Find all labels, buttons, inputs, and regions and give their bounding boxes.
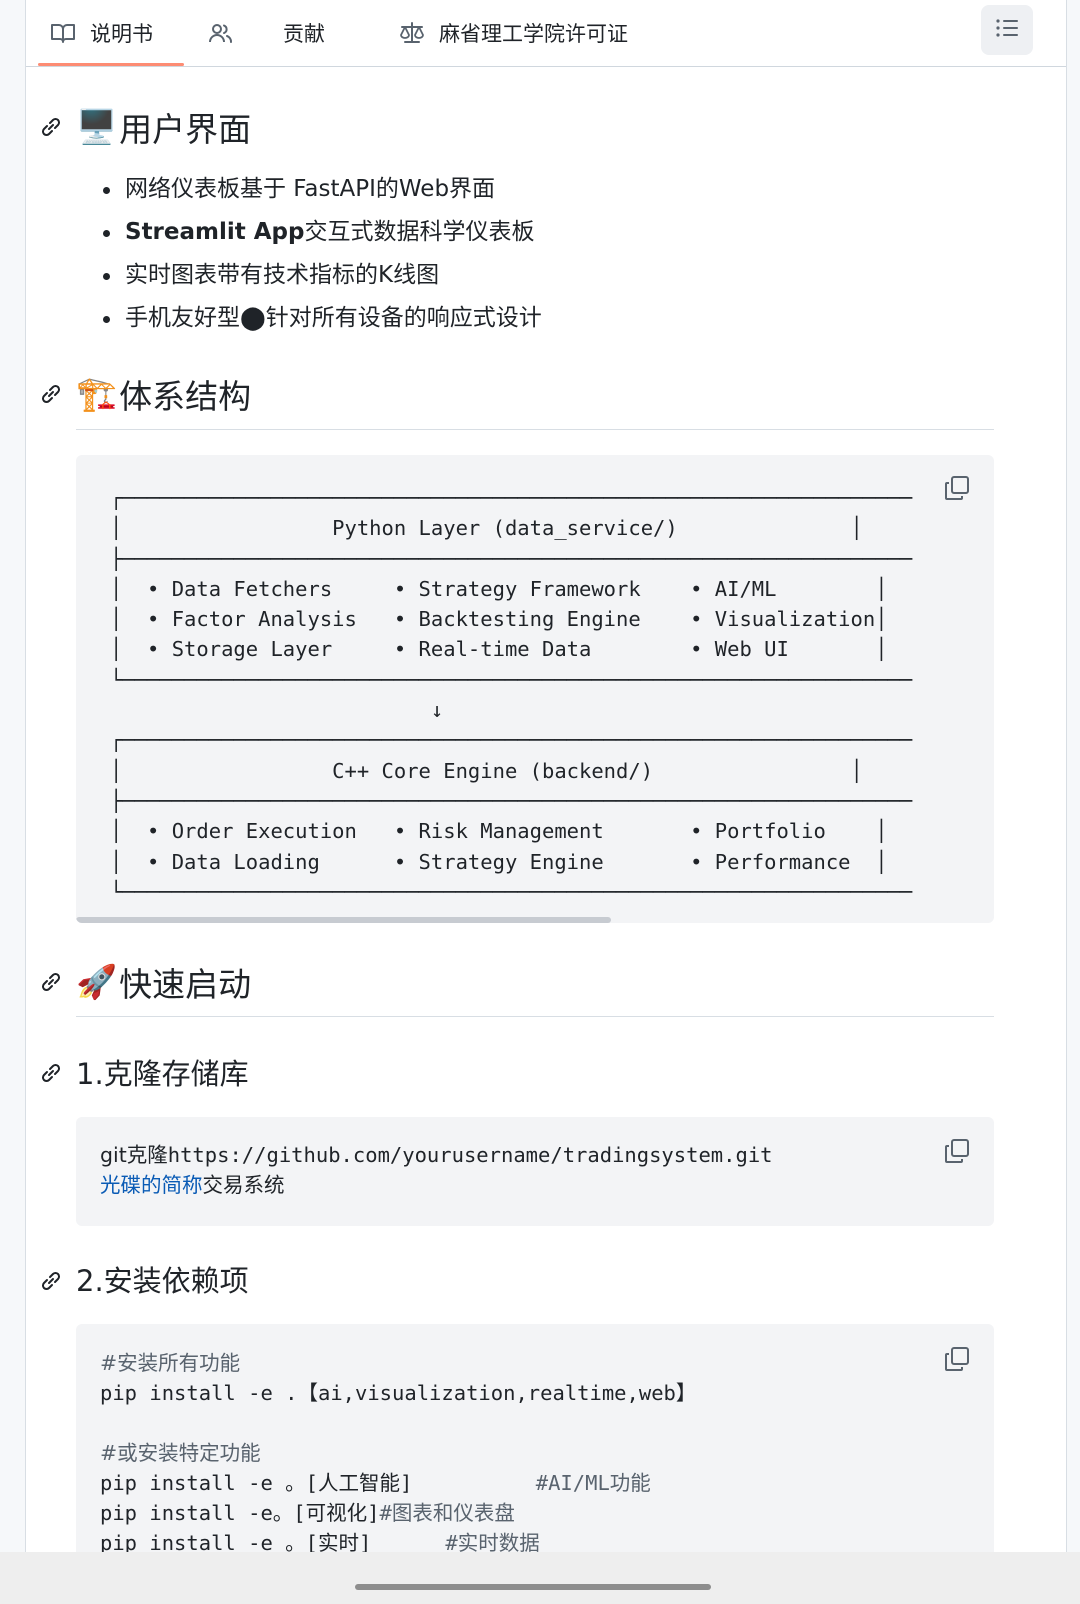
architecture-code-block: ┌───────────────────────────────────────… <box>76 455 994 923</box>
architecture-diagram: ┌───────────────────────────────────────… <box>110 486 913 904</box>
list-item: 手机友好型⬤针对所有设备的响应式设计 <box>101 297 542 340</box>
book-icon <box>50 22 76 44</box>
heading-text: 1.克隆存储库 <box>76 1057 249 1091</box>
code-line: 光碟的简称交易系统 <box>100 1173 285 1197</box>
tab-license-label: 麻省理工学院许可证 <box>439 22 628 46</box>
code-blank <box>100 1408 696 1438</box>
construction-icon: 🏗️ <box>76 374 118 413</box>
copy-icon[interactable] <box>944 475 970 501</box>
tab-contributing[interactable]: 贡献 <box>283 0 325 66</box>
heading-text: 2.安装依赖项 <box>76 1264 249 1298</box>
anchor-link-icon[interactable] <box>38 114 64 144</box>
home-indicator[interactable] <box>355 1584 711 1590</box>
heading-text: 快速启动 <box>119 965 252 1004</box>
list-item: 网络仪表板基于 FastAPI的Web界面 <box>101 168 542 211</box>
tab-contributing-label: 贡献 <box>283 22 325 46</box>
horizontal-scrollbar[interactable] <box>76 917 611 923</box>
clone-code-block: git克隆https://github.com/yourusername/tra… <box>76 1117 994 1226</box>
anchor-link-icon[interactable] <box>38 381 64 411</box>
list-item: Streamlit App交互式数据科学仪表板 <box>101 211 542 254</box>
code-line: git克隆https://github.com/yourusername/tra… <box>100 1143 773 1167</box>
copy-icon[interactable] <box>944 1346 970 1372</box>
heading-architecture: 🏗️ 体系结构 <box>76 370 251 418</box>
tab-readme-label: 说明书 <box>90 22 153 46</box>
list-unordered-icon <box>995 18 1019 42</box>
anchor-link-icon[interactable] <box>38 1060 64 1090</box>
code-comment: #或安装特定功能 <box>100 1441 261 1465</box>
tab-license[interactable]: 麻省理工学院许可证 <box>399 0 628 66</box>
heading-step-install: 2.安装依赖项 <box>76 1257 249 1301</box>
anchor-link-icon[interactable] <box>38 969 64 999</box>
feature-list: 网络仪表板基于 FastAPI的Web界面 Streamlit App交互式数据… <box>101 168 542 340</box>
rocket-icon: 🚀 <box>76 962 118 1001</box>
heading-user-interface: 🖥️ 用户界面 <box>76 104 251 150</box>
readme-frame: 说明书 贡献 麻省理工学院许可证 🖥️ 用户界面 网络仪表板基于 FastAPI… <box>25 0 1067 1604</box>
people-icon <box>208 22 234 44</box>
heading-text: 体系结构 <box>119 377 252 416</box>
desktop-computer-icon: 🖥️ <box>76 107 118 146</box>
heading-quick-start: 🚀 快速启动 <box>76 958 251 1006</box>
tab-readme[interactable]: 说明书 <box>50 0 153 66</box>
code-comment: #安装所有功能 <box>100 1351 241 1375</box>
list-item: 实时图表带有技术指标的K线图 <box>101 254 542 297</box>
code-line: pip install -e。[可视化]#图表和仪表盘 <box>100 1501 515 1525</box>
heading-divider <box>76 1016 994 1017</box>
tab-bar: 说明书 贡献 麻省理工学院许可证 <box>26 0 1066 67</box>
outline-button[interactable] <box>981 5 1033 55</box>
code-line: pip install -e 。[人工智能] #AI/ML功能 <box>100 1471 651 1495</box>
anchor-link-icon[interactable] <box>38 1268 64 1298</box>
code-line: pip install -e .【ai,visualization,realti… <box>100 1381 697 1405</box>
heading-divider <box>76 429 994 430</box>
active-tab-indicator <box>38 63 184 66</box>
tab-code-of-conduct[interactable] <box>208 0 248 66</box>
copy-icon[interactable] <box>944 1138 970 1164</box>
heading-text: 用户界面 <box>119 110 252 149</box>
system-nav-area <box>0 1552 1080 1604</box>
code-link[interactable]: 光碟的简称 <box>100 1173 203 1197</box>
heading-step-clone: 1.克隆存储库 <box>76 1050 249 1094</box>
law-icon <box>399 21 425 45</box>
